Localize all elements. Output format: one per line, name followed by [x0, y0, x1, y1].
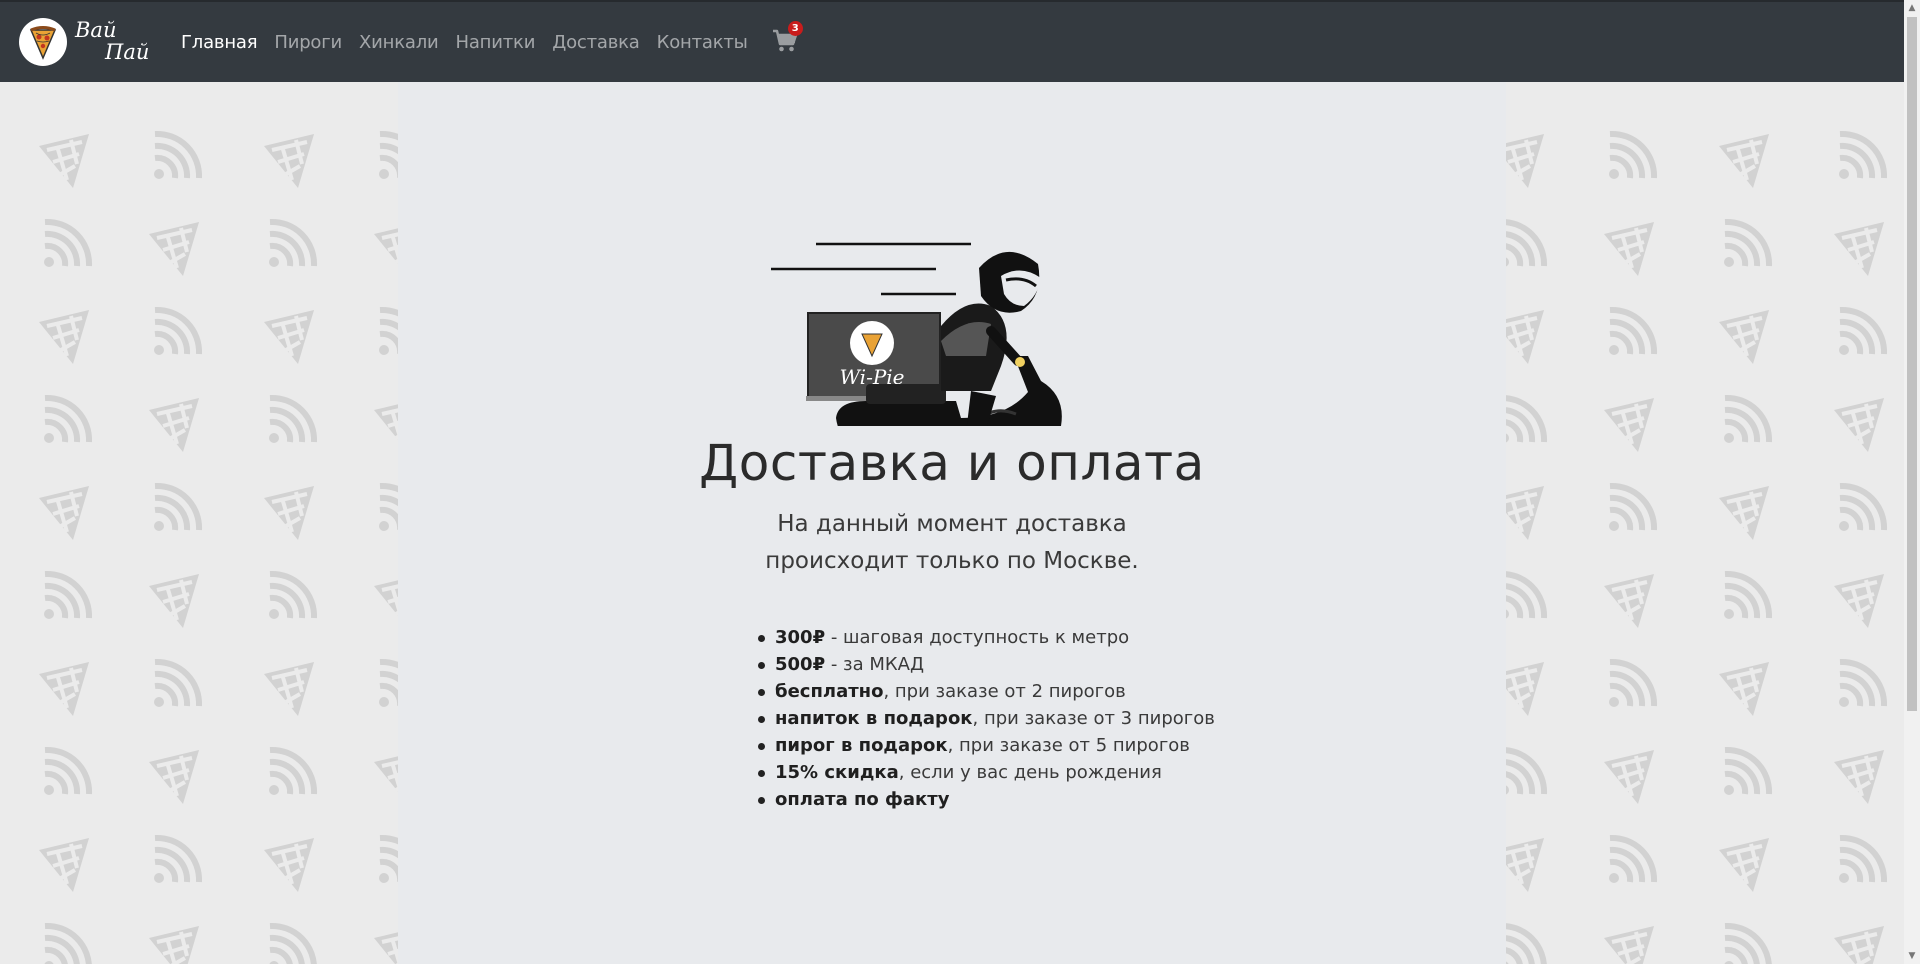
wifi-pattern-icon [1609, 662, 1654, 707]
nav-link-drinks[interactable]: Напитки [456, 32, 536, 53]
delivery-scooter-illustration: Wi-Pie [771, 242, 1062, 426]
nav-link-pies[interactable]: Пироги [274, 32, 342, 53]
pizza-pattern-icon [262, 132, 316, 190]
pizza-pattern-icon [262, 308, 316, 366]
pizza-pattern-icon [1832, 748, 1886, 806]
wifi-pattern-icon [44, 574, 89, 619]
wifi-pattern-icon [269, 574, 314, 619]
pizza-pattern-icon [147, 924, 201, 964]
pizza-pattern-icon [1717, 484, 1771, 542]
list-item: напиток в подарок, при заказе от 3 пирог… [755, 705, 1225, 732]
pizza-pattern-icon [147, 220, 201, 278]
wifi-pattern-icon [1724, 222, 1769, 267]
pizza-pattern-icon [1717, 660, 1771, 718]
subtitle-line-2: происходит только по Москве. [765, 548, 1139, 574]
pizza-pattern-icon [1832, 396, 1886, 454]
pizza-pattern-icon [1602, 572, 1656, 630]
list-item: бесплатно, при заказе от 2 пирогов [755, 678, 1225, 705]
wifi-pattern-icon [269, 750, 314, 795]
wifi-pattern-icon [1724, 574, 1769, 619]
pizza-pattern-icon [37, 132, 91, 190]
wifi-pattern-icon [44, 750, 89, 795]
nav-menu: Главная Пироги Хинкали Напитки Доставка … [181, 21, 803, 56]
wifi-pattern-icon [154, 486, 199, 531]
scrollbar-thumb[interactable] [1907, 17, 1917, 711]
pizza-pattern-icon [1832, 572, 1886, 630]
wifi-pattern-icon [44, 926, 89, 964]
brand-name: Вай Пай [75, 18, 160, 66]
pizza-pattern-icon [1832, 924, 1886, 964]
pizza-pattern-icon [1832, 220, 1886, 278]
pizza-pattern-icon [1602, 220, 1656, 278]
delivery-terms-list: 300₽ - шаговая доступность к метро 500₽ … [755, 624, 1225, 813]
pizza-pattern-icon [262, 836, 316, 894]
pizza-logo-icon [19, 18, 67, 66]
pizza-pattern-icon [37, 308, 91, 366]
wifi-pattern-icon [154, 838, 199, 883]
wifi-pattern-icon [1724, 398, 1769, 443]
wifi-pattern-icon [154, 134, 199, 179]
pizza-pattern-icon [147, 572, 201, 630]
wifi-pattern-icon [269, 222, 314, 267]
list-item: оплата по факту [755, 786, 1225, 813]
wifi-pattern-icon [44, 222, 89, 267]
pizza-pattern-icon [37, 660, 91, 718]
wifi-pattern-icon [1724, 926, 1769, 964]
wifi-pattern-icon [1609, 486, 1654, 531]
cart-count-badge: 3 [787, 21, 803, 36]
list-item: 300₽ - шаговая доступность к метро [755, 624, 1225, 651]
list-item: пирог в подарок, при заказе от 5 пирогов [755, 732, 1225, 759]
brand-line-1: Вай [75, 18, 117, 42]
scroll-up-arrow-icon[interactable]: ▲ [1904, 0, 1920, 16]
wifi-pattern-icon [1839, 134, 1884, 179]
pizza-pattern-icon [147, 396, 201, 454]
brand-logo-link[interactable]: Вай Пай [19, 12, 169, 72]
wifi-pattern-icon [269, 398, 314, 443]
pizza-pattern-icon [1717, 132, 1771, 190]
wifi-pattern-icon [154, 310, 199, 355]
wifi-pattern-icon [1839, 486, 1884, 531]
nav-link-khinkali[interactable]: Хинкали [359, 32, 439, 53]
pizza-pattern-icon [1602, 924, 1656, 964]
pizza-pattern-icon [1602, 748, 1656, 806]
page-subtitle: На данный момент доставка происходит тол… [698, 506, 1206, 580]
wifi-pattern-icon [154, 662, 199, 707]
subtitle-line-1: На данный момент доставка [777, 511, 1127, 537]
wifi-pattern-icon [1839, 838, 1884, 883]
list-item: 15% скидка, если у вас день рождения [755, 759, 1225, 786]
wifi-pattern-icon [44, 398, 89, 443]
wifi-pattern-icon [1724, 750, 1769, 795]
pizza-pattern-icon [1717, 836, 1771, 894]
pizza-pattern-icon [262, 660, 316, 718]
pizza-pattern-icon [37, 484, 91, 542]
wifi-pattern-icon [1609, 134, 1654, 179]
nav-link-home[interactable]: Главная [181, 32, 258, 53]
pizza-pattern-icon [147, 748, 201, 806]
nav-link-delivery[interactable]: Доставка [552, 32, 640, 53]
pizza-pattern-icon [262, 484, 316, 542]
wifi-pattern-icon [1839, 662, 1884, 707]
pizza-pattern-icon [1717, 308, 1771, 366]
wifi-pattern-icon [1609, 310, 1654, 355]
vertical-scrollbar[interactable]: ▲ ▼ [1904, 0, 1920, 964]
pizza-pattern-icon [1602, 396, 1656, 454]
page-title: Доставка и оплата [699, 434, 1205, 492]
scroll-down-arrow-icon[interactable]: ▼ [1904, 948, 1920, 964]
nav-link-contacts[interactable]: Контакты [657, 32, 748, 53]
top-navbar: Вай Пай Главная Пироги Хинкали Напитки Д… [0, 0, 1904, 82]
brand-line-2: Пай [105, 40, 150, 64]
list-item: 500₽ - за МКАД [755, 651, 1225, 678]
delivery-panel: Wi-Pie Доставка и оплата На данный момен… [398, 82, 1506, 964]
cart-button[interactable]: 3 [772, 21, 803, 56]
wifi-pattern-icon [1839, 310, 1884, 355]
wifi-pattern-icon [269, 926, 314, 964]
pizza-pattern-icon [37, 836, 91, 894]
wifi-pattern-icon [1609, 838, 1654, 883]
